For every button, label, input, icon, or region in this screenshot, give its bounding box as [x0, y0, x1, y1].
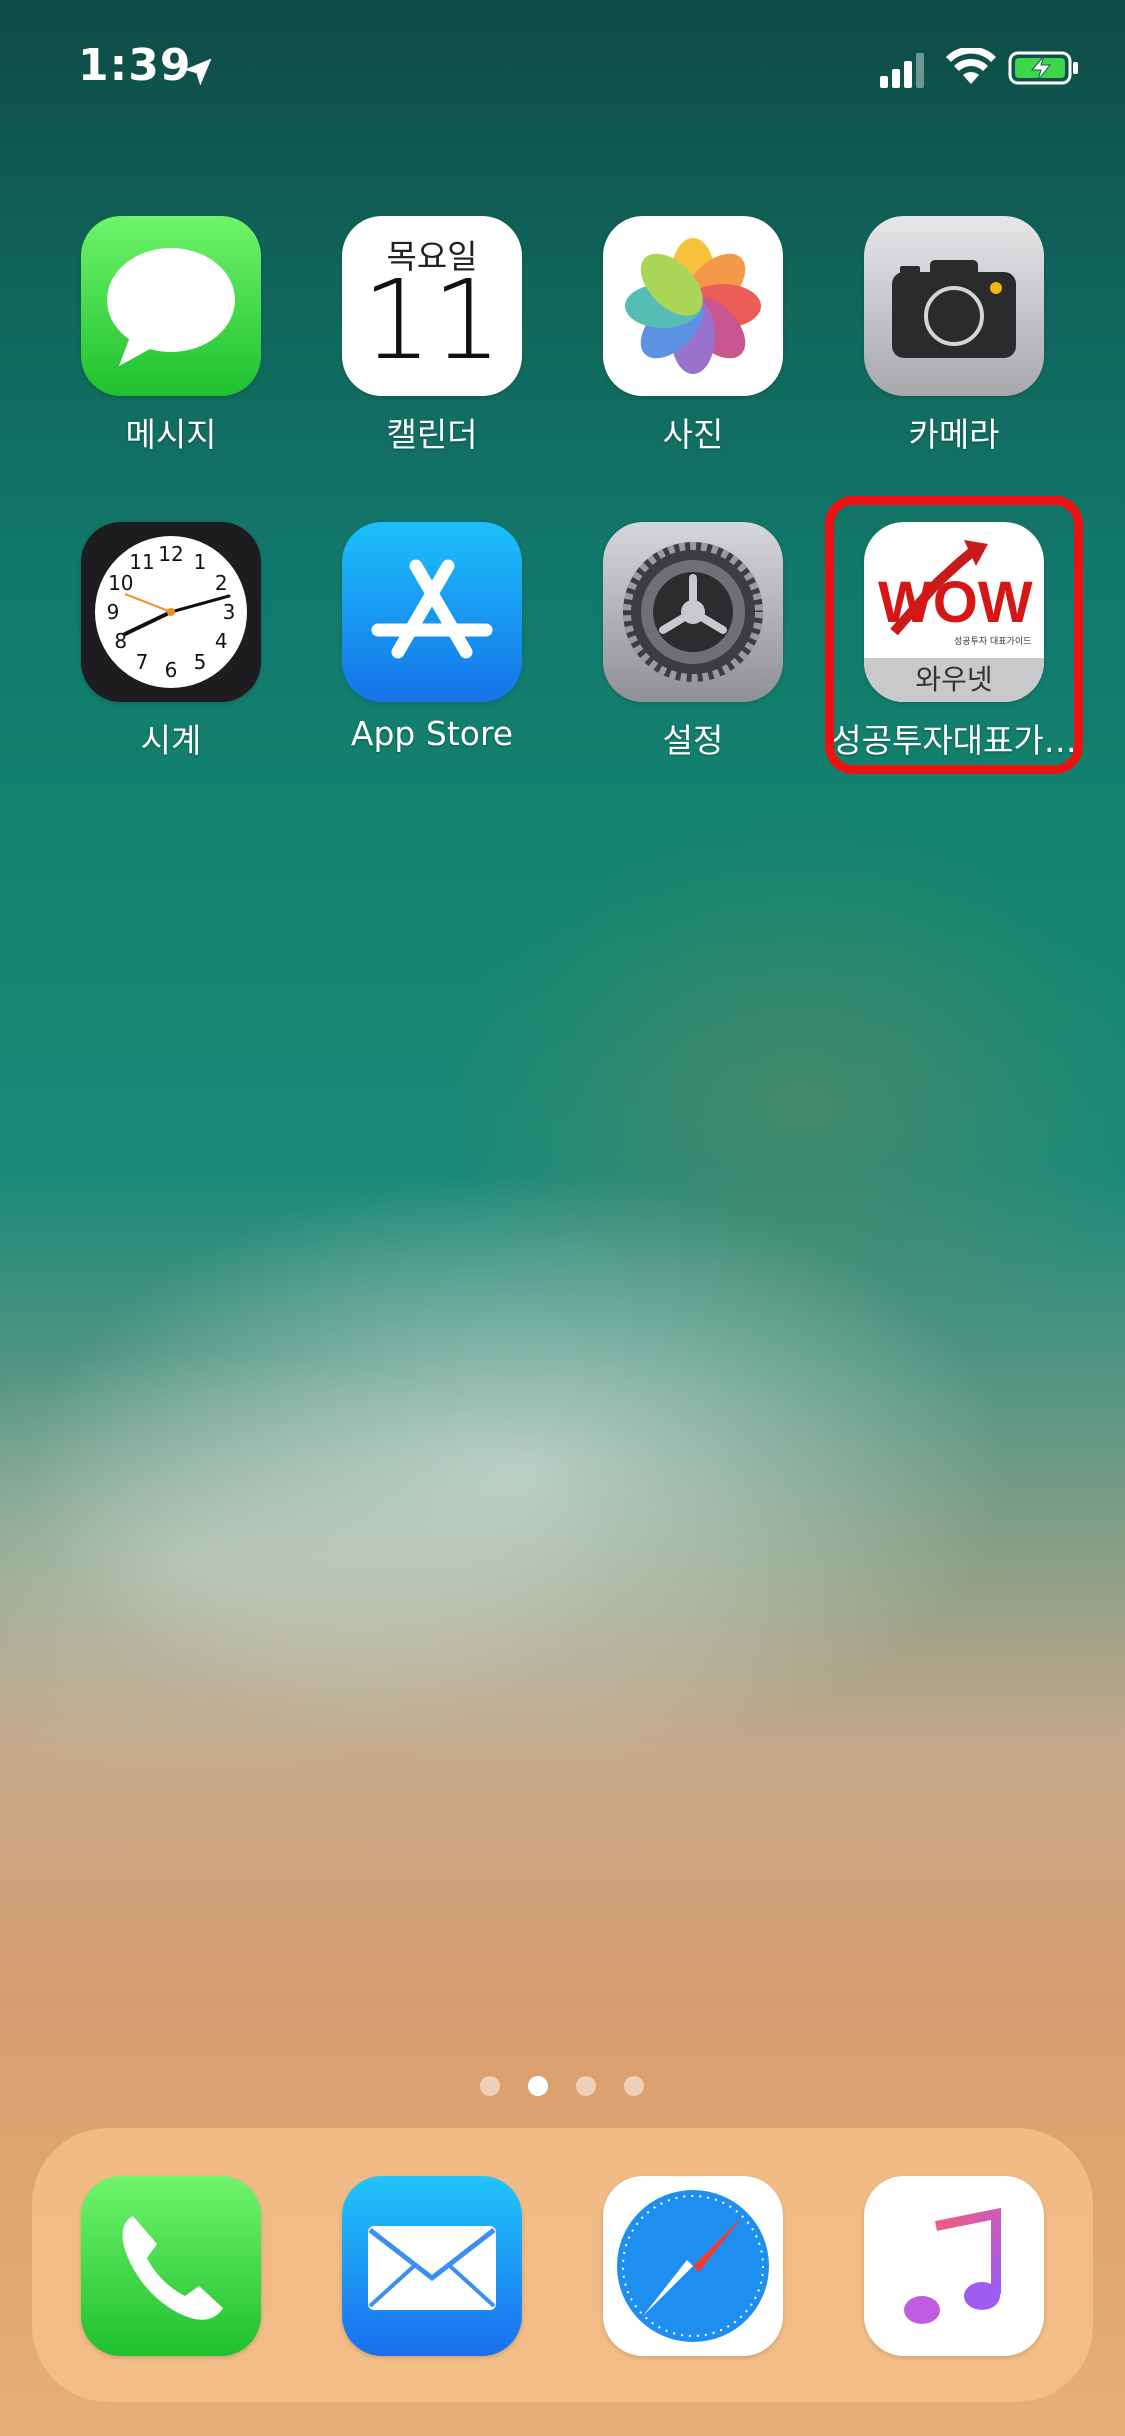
dock-app-music[interactable] [864, 2176, 1044, 2356]
page-dot [576, 2076, 596, 2096]
clock-numeral: 1 [194, 550, 207, 574]
dock-app-safari[interactable] [603, 2176, 783, 2356]
app-messages[interactable]: 메시지 [81, 216, 261, 454]
battery-charging-icon [1008, 51, 1078, 85]
clock-numeral: 11 [129, 550, 154, 574]
app-camera[interactable]: 카메라 [864, 216, 1044, 454]
app-label: 캘린더 [386, 415, 478, 454]
highlight-box [825, 496, 1083, 774]
app-clock[interactable]: 12 1 2 3 4 5 6 7 8 9 10 11 시계 [81, 522, 261, 760]
app-label: 시계 [140, 721, 202, 760]
safari-compass-icon [603, 2176, 783, 2356]
app-label: 사진 [662, 415, 724, 454]
wifi-icon [946, 48, 996, 84]
status-time: 1:39 [78, 40, 192, 91]
page-dot [480, 2076, 500, 2096]
calendar-icon: 목요일 11 [342, 216, 522, 396]
photos-icon [603, 216, 783, 396]
app-store-icon [342, 522, 522, 702]
app-calendar[interactable]: 목요일 11 캘린더 [342, 216, 522, 454]
clock-numeral: 3 [223, 600, 236, 624]
dock-app-phone[interactable] [81, 2176, 261, 2356]
page-dot [624, 2076, 644, 2096]
location-arrow-icon [184, 58, 212, 86]
clock-icon: 12 1 2 3 4 5 6 7 8 9 10 11 [81, 522, 261, 702]
clock-numeral: 10 [108, 571, 133, 595]
app-photos[interactable]: 사진 [603, 216, 783, 454]
status-bar: 1:39 [0, 0, 1125, 130]
phone-icon [81, 2176, 261, 2356]
clock-numeral: 7 [136, 650, 149, 674]
clock-numeral: 5 [194, 650, 207, 674]
clock-numeral: 9 [107, 600, 120, 624]
mail-icon [342, 2176, 522, 2356]
app-settings[interactable]: 설정 [603, 522, 783, 760]
app-label: 메시지 [125, 415, 217, 454]
app-label: 카메라 [908, 415, 1000, 454]
clock-numeral: 12 [158, 542, 183, 566]
dock-app-mail[interactable] [342, 2176, 522, 2356]
clock-numeral: 2 [215, 571, 228, 595]
app-label: App Store [350, 714, 514, 753]
page-dot-active [528, 2076, 548, 2096]
music-note-icon [864, 2176, 1044, 2356]
app-label: 설정 [662, 721, 724, 760]
cellular-signal-icon [880, 53, 924, 88]
calendar-date: 11 [362, 256, 502, 384]
page-indicator[interactable] [470, 2076, 660, 2106]
clock-numeral: 4 [215, 629, 228, 653]
app-app-store[interactable]: App Store [342, 522, 522, 753]
camera-icon [864, 216, 1044, 396]
settings-gear-icon [603, 522, 783, 702]
messages-icon [81, 216, 261, 396]
clock-numeral: 6 [165, 658, 178, 682]
